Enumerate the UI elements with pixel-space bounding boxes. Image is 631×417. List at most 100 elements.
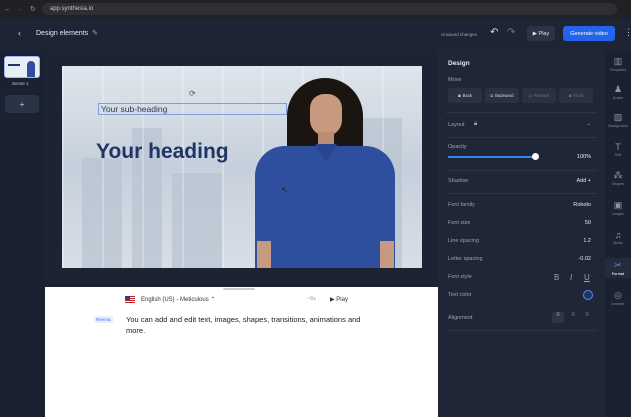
play-label: Play — [538, 30, 550, 37]
design-panel: Design Move ◙ Back ◘ Backward ◘ Forward ◙ Fr… — [438, 50, 605, 417]
layout-expand-chevron-icon[interactable]: ⌄ — [586, 121, 591, 127]
shadow-label: Shadow — [448, 178, 468, 184]
canvas-area: ⟳ Your sub-heading Your heading — [45, 50, 438, 287]
tool-rail: ▥ Templates ♟ Avatar ▨ Background T Text ⁂ Sh… — [605, 50, 631, 417]
font-size-input[interactable]: 50 — [585, 220, 591, 226]
back-icon: ◙ — [458, 93, 461, 98]
font-size-label: Font size — [448, 220, 471, 226]
opacity-slider-knob[interactable] — [532, 153, 539, 160]
align-left-button[interactable]: ≡ — [552, 312, 564, 323]
animate-icon: ◎ — [614, 290, 622, 300]
slide-canvas[interactable]: ⟳ Your sub-heading Your heading — [62, 66, 422, 268]
script-text[interactable]: You can add and edit text, images, shape… — [126, 314, 376, 336]
images-icon: ▣ — [613, 200, 623, 210]
scene-label: Scene 1 — [12, 81, 29, 86]
script-editor: English (US) - Meticulous ⌃ ~6s ▶ Play R… — [45, 287, 438, 417]
us-flag-icon — [125, 296, 135, 303]
text-icon: T — [615, 142, 621, 152]
scene-thumbnail[interactable] — [4, 56, 40, 78]
rail-text[interactable]: T Text — [605, 142, 631, 157]
rail-label: Images — [612, 212, 624, 216]
move-front-button[interactable]: ◙ Front — [559, 88, 593, 103]
font-family-select[interactable]: Roboto — [573, 202, 591, 208]
mouse-cursor-icon: ↖ — [281, 185, 289, 195]
letter-spacing-input[interactable]: -0.02 — [578, 256, 591, 262]
front-icon: ◙ — [568, 93, 572, 98]
front-label: Front — [573, 93, 584, 98]
align-center-button[interactable]: ≡ — [567, 312, 579, 323]
rail-avatar[interactable]: ♟ Avatar — [605, 84, 631, 100]
play-button[interactable]: ▶ Play — [527, 26, 555, 41]
rail-label: Media — [613, 241, 623, 245]
subheading-text[interactable]: Your sub-heading — [98, 103, 287, 115]
forward-icon: ◘ — [529, 93, 532, 98]
italic-button[interactable]: I — [570, 273, 572, 282]
forward-label: Forward — [533, 93, 549, 98]
generate-video-button[interactable]: Generate video — [563, 26, 615, 41]
move-forward-button[interactable]: ◘ Forward — [522, 88, 556, 103]
rail-animate[interactable]: ◎ Animate — [605, 290, 631, 306]
bold-button[interactable]: B — [554, 273, 559, 282]
rail-shapes[interactable]: ⁂ Shapes — [605, 170, 631, 186]
format-icon: ✂ — [614, 260, 622, 270]
scene-sidebar: Scene 1 + — [0, 50, 45, 417]
underline-button[interactable]: U — [584, 273, 590, 282]
rail-label: Background — [608, 124, 628, 128]
rail-templates[interactable]: ▥ Templates — [605, 56, 631, 72]
heading-text[interactable]: Your heading — [96, 140, 229, 164]
back-icon[interactable]: ‹ — [18, 28, 21, 38]
rail-background[interactable]: ▨ Background — [605, 112, 631, 128]
app-header: ‹ Design elements ✎ Unsaved changes ↶ ↷ … — [0, 18, 631, 50]
script-play-button[interactable]: ▶ Play — [330, 296, 348, 303]
opacity-value[interactable]: 100% — [577, 154, 591, 160]
opacity-slider[interactable] — [448, 156, 536, 158]
move-back-button[interactable]: ◙ Back — [448, 88, 482, 103]
text-color-label: Text color — [448, 292, 472, 298]
speaker-tag[interactable]: Reema — [94, 316, 113, 323]
undo-icon[interactable]: ↶ — [490, 27, 498, 38]
avatar-icon: ♟ — [613, 84, 623, 94]
rail-label: Text — [614, 153, 622, 157]
add-scene-button[interactable]: + — [5, 95, 39, 113]
lock-icon[interactable]: 🔒︎ — [474, 121, 477, 128]
rail-label: Format — [611, 272, 625, 276]
edit-pencil-icon[interactable]: ✎ — [92, 29, 98, 37]
project-title[interactable]: Design elements — [36, 30, 88, 37]
opacity-label: Opacity — [448, 144, 467, 150]
redo-icon[interactable]: ↷ — [507, 27, 515, 38]
backward-label: Backward — [495, 93, 514, 98]
move-label: Move — [448, 77, 462, 83]
background-icon: ▨ — [613, 112, 623, 122]
layout-label: Layout — [448, 122, 465, 128]
text-color-swatch[interactable] — [583, 290, 593, 300]
rail-format[interactable]: ✂ Format — [605, 258, 631, 278]
templates-icon: ▥ — [613, 56, 623, 66]
url-bar[interactable]: app.synthesia.io — [41, 3, 617, 15]
reload-icon[interactable]: ↻ — [30, 5, 36, 13]
rail-media[interactable]: ♫ Media — [605, 230, 631, 245]
script-play-label: Play — [336, 297, 348, 303]
back-label: Back — [462, 93, 472, 98]
move-backward-button[interactable]: ◘ Backward — [485, 88, 519, 103]
font-family-label: Font family — [448, 202, 475, 208]
align-right-button[interactable]: ≡ — [581, 312, 593, 323]
alignment-label: Alignment — [448, 315, 473, 321]
panel-title: Design — [448, 60, 470, 67]
rail-label: Avatar — [612, 96, 624, 100]
shapes-icon: ⁂ — [613, 170, 623, 180]
back-arrow-icon[interactable]: ← — [4, 6, 11, 13]
rotate-handle-icon[interactable]: ⟳ — [189, 89, 196, 98]
add-shadow-button[interactable]: Add + — [576, 178, 591, 184]
forward-arrow-icon[interactable]: → — [17, 6, 24, 13]
font-style-label: Font style — [448, 274, 472, 280]
url-text: app.synthesia.io — [49, 6, 94, 12]
more-menu-icon[interactable]: ⋮ — [624, 27, 631, 38]
media-icon: ♫ — [614, 230, 622, 240]
line-spacing-input[interactable]: 1.2 — [583, 238, 591, 244]
rail-images[interactable]: ▣ Images — [605, 200, 631, 216]
rail-label: Shapes — [611, 182, 625, 186]
resize-handle[interactable] — [223, 288, 255, 290]
backward-icon: ◘ — [490, 93, 494, 98]
voice-selector[interactable]: English (US) - Meticulous ⌃ — [141, 296, 215, 303]
rail-label: Animate — [611, 302, 625, 306]
